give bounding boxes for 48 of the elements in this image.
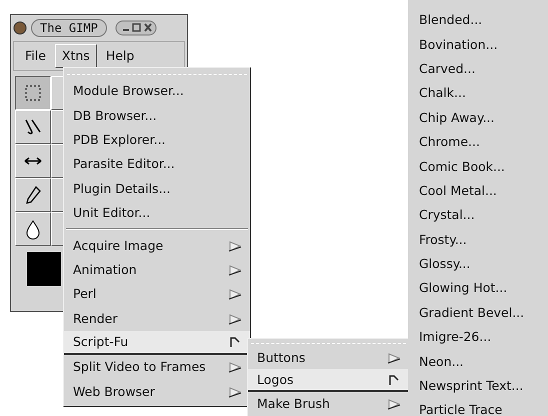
menu-item[interactable]: Newsprint Text... <box>408 374 548 398</box>
menu-item[interactable]: Neon... <box>408 349 548 374</box>
menu-item[interactable]: Blended... <box>408 8 548 32</box>
menu-item[interactable]: Animation <box>64 258 250 282</box>
window-icon <box>13 21 27 35</box>
menu-item[interactable]: Chip Away... <box>408 106 548 130</box>
menu-item[interactable]: Logos <box>248 369 409 392</box>
menu-item[interactable]: Frosty... <box>408 228 548 252</box>
menu-item[interactable]: Glossy... <box>408 252 548 276</box>
window-title: The GIMP <box>31 19 107 37</box>
menu-item[interactable]: PDB Explorer... <box>64 128 250 152</box>
submenu-arrow-icon <box>387 352 401 364</box>
menu-item[interactable]: Module Browser... <box>64 79 250 104</box>
tool-button[interactable] <box>15 76 51 110</box>
submenu-arrow-icon <box>228 240 242 252</box>
menu-item[interactable]: Bovination... <box>408 32 548 57</box>
menu-item[interactable]: Acquire Image <box>64 233 250 258</box>
submenu-arrow-icon <box>228 312 242 325</box>
menu-item[interactable]: Gradient Bevel... <box>408 300 548 326</box>
menu-item[interactable]: Chalk... <box>408 81 548 106</box>
menu-item[interactable]: Perl <box>64 282 250 307</box>
menu-item[interactable]: Chrome... <box>408 130 548 154</box>
menu-item[interactable]: Script-Fu <box>64 330 250 356</box>
foreground-color-swatch[interactable] <box>27 252 61 286</box>
menu-item[interactable]: DB Browser... <box>64 103 250 128</box>
menu-item[interactable]: Comic Book... <box>408 154 548 179</box>
menu-item[interactable]: Cool Metal... <box>408 178 548 204</box>
submenu-arrow-icon <box>228 386 242 398</box>
submenu-arrow-icon <box>228 288 242 300</box>
menu-item[interactable]: Glowing Hot... <box>408 276 548 301</box>
menu-bar-item[interactable]: File <box>18 44 53 68</box>
window-controls-icon[interactable] <box>114 20 157 36</box>
menu-item[interactable]: Crystal... <box>408 203 548 228</box>
menu-item[interactable]: Web Browser <box>64 380 250 404</box>
menu-item[interactable]: Imigre-26... <box>408 325 548 350</box>
menu-item[interactable]: Render <box>64 306 250 331</box>
menu-bar-item[interactable]: Help <box>98 44 142 68</box>
submenu-arrow-icon <box>228 264 242 276</box>
menu-item[interactable]: Particle Trace <box>408 398 548 416</box>
menu-item[interactable]: Buttons <box>248 346 409 369</box>
menu-item[interactable]: Split Video to Frames <box>64 355 250 380</box>
submenu-arrow-icon <box>387 398 401 410</box>
menu-item[interactable]: Unit Editor... <box>64 200 250 226</box>
menu-item[interactable]: Parasite Editor... <box>64 152 250 177</box>
menu-item[interactable]: Plugin Details... <box>64 176 250 201</box>
menu-item[interactable]: Carved... <box>408 56 548 82</box>
menu-item[interactable]: Make Brush <box>248 392 409 415</box>
submenu-arrow-icon <box>228 361 242 374</box>
